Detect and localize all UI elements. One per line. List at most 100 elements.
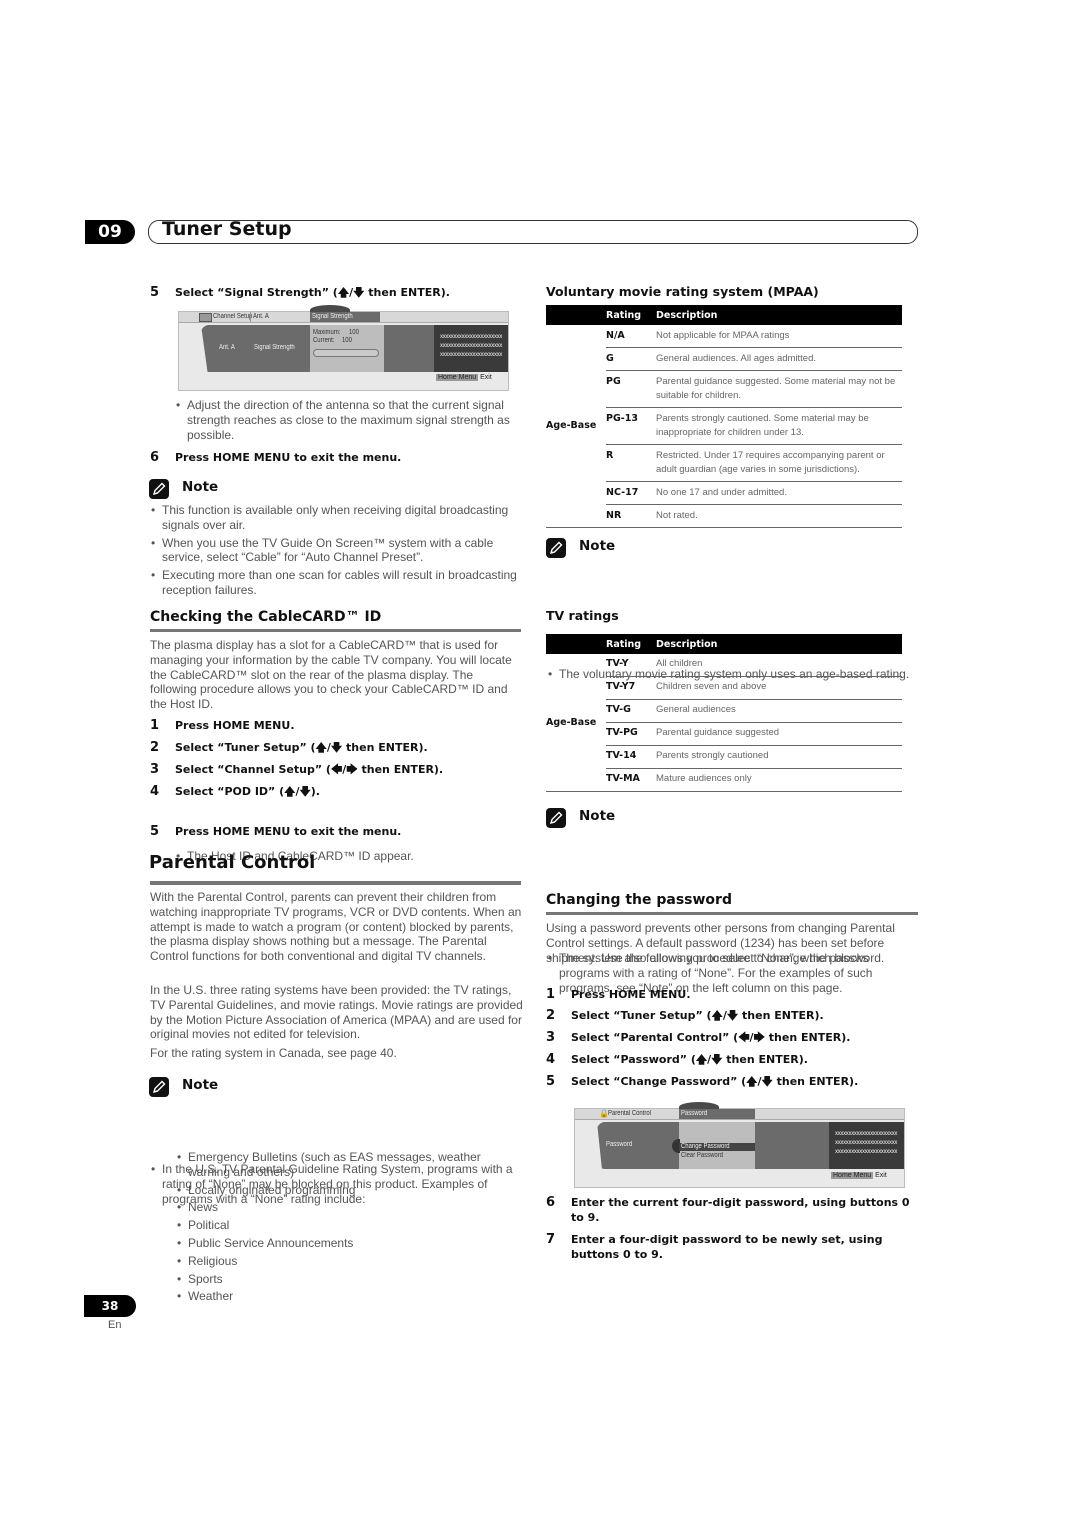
step-text: buttons 0 to 9.	[571, 1248, 663, 1261]
description-cell: Parental guidance suggested. Some materi…	[656, 370, 902, 408]
signal-strength-bar	[313, 349, 379, 357]
divider	[250, 312, 251, 322]
step-number: 1	[150, 718, 160, 733]
tab-password: Password	[679, 1109, 755, 1119]
table-header-row: Rating Description	[546, 305, 902, 325]
info-line: xxxxxxxxxxxxxxxxxxxxxxx	[440, 352, 503, 358]
signal-strength-screen: Channel Setup Ant. A Signal Strength Ant…	[178, 305, 509, 391]
home-menu-hint: Home Menu Exit	[831, 1172, 887, 1179]
step-5-bullet: Adjust the direction of the antenna so t…	[174, 398, 533, 442]
step-number: 6	[150, 450, 160, 465]
description-cell: General audiences	[656, 699, 902, 723]
chapter-title: Tuner Setup	[162, 218, 292, 240]
step-number: 5	[150, 824, 160, 839]
step-text: Enter a four-digit password to be newly …	[571, 1233, 883, 1246]
description-cell: No one 17 and under admitted.	[656, 481, 902, 505]
rating-cell: N/A	[606, 325, 656, 348]
note-label: Note	[579, 538, 616, 554]
description-cell: Restricted. Under 17 requires accompanyi…	[656, 444, 902, 482]
tv-rating-table: Rating Description Age-Base TV-Y All chi…	[546, 634, 902, 792]
note-item: When you use the TV Guide On Screen™ sys…	[149, 536, 521, 566]
tv-ratings-title: TV ratings	[546, 608, 619, 623]
password-step-4: 4 Select “Password” (🡅/🡇 then ENTER).	[546, 1052, 926, 1068]
tab-label: Password	[681, 1110, 708, 1117]
chapter-number-badge: 09	[85, 220, 135, 244]
description-cell: Not applicable for MPAA ratings	[656, 325, 902, 348]
note-heading: Note	[546, 808, 746, 830]
step-text: Enter the current four-digit password, u…	[571, 1196, 910, 1209]
step-number: 2	[150, 740, 160, 755]
option-change-password[interactable]: Change Password	[681, 1143, 730, 1150]
example-item: Locally originated programming	[175, 1183, 515, 1198]
rating-cell: NC-17	[606, 481, 656, 505]
step-text: Select “POD ID” (🡅/🡇).	[175, 785, 320, 798]
rating-cell: PG	[606, 370, 656, 408]
parental-para-1: With the Parental Control, parents can p…	[150, 890, 522, 964]
breadcrumb-ant-a: Ant. A	[253, 313, 269, 320]
cablecard-section-title: Checking the CableCARD™ ID	[150, 609, 382, 625]
note-heading: Note	[546, 538, 746, 560]
password-step-7: 7 Enter a four-digit password to be newl…	[546, 1232, 926, 1266]
description-column-header: Description	[656, 305, 902, 325]
tab-signal-strength: Signal Strength	[310, 312, 380, 322]
age-base-group-label: Age-Base	[546, 325, 606, 528]
maximum-value: 100	[349, 329, 359, 336]
description-cell: Parental guidance suggested	[656, 722, 902, 746]
step-number: 7	[546, 1232, 556, 1247]
pencil-icon	[546, 808, 566, 828]
password-intro: Using a password prevents other persons …	[546, 921, 895, 965]
note-label: Note	[579, 808, 616, 824]
page-number-badge: 38	[84, 1295, 136, 1317]
info-line: xxxxxxxxxxxxxxxxxxxxxxx	[835, 1140, 898, 1146]
rating-cell: R	[606, 444, 656, 482]
spacer-panel	[755, 1122, 829, 1169]
step-text: Select “Signal Strength” (🡅/🡇 then ENTER…	[175, 286, 450, 299]
changing-password-title: Changing the password	[546, 892, 732, 908]
section-rule	[546, 912, 918, 915]
rating-column-header: Rating	[606, 305, 656, 325]
example-item: Sports	[175, 1272, 515, 1287]
example-item: Public Service Announcements	[175, 1236, 515, 1251]
home-menu-key: Home Menu	[436, 374, 479, 381]
info-line: xxxxxxxxxxxxxxxxxxxxxxx	[835, 1149, 898, 1155]
step-number: 3	[150, 762, 160, 777]
parental-control-title: Parental Control	[149, 852, 316, 873]
example-item: Political	[175, 1218, 515, 1233]
example-item: News	[175, 1200, 515, 1215]
rating-cell: TV-Y7	[606, 676, 656, 700]
note-item: Executing more than one scan for cables …	[149, 568, 521, 598]
note-heading: Note	[149, 1077, 349, 1099]
rating-cell: TV-PG	[606, 722, 656, 746]
table-row: Age-Base N/A Not applicable for MPAA rat…	[546, 325, 902, 528]
rating-cell: TV-MA	[606, 768, 656, 792]
step-number: 2	[546, 1008, 556, 1023]
group-header	[546, 634, 606, 654]
none-rating-examples: Emergency Bulletins (such as EAS message…	[175, 1150, 515, 1307]
rating-cell: PG-13	[606, 407, 656, 445]
rating-column-header: Rating	[606, 634, 656, 654]
step-text: Press HOME MENU.	[571, 988, 691, 1001]
description-cell: Not rated.	[656, 504, 902, 528]
mpaa-rating-table: Rating Description Age-Base N/A Not appl…	[546, 305, 902, 528]
step-text: to 9.	[571, 1211, 600, 1224]
spacer-panel	[384, 325, 434, 372]
info-line: xxxxxxxxxxxxxxxxxxxxxxx	[835, 1131, 898, 1137]
maximum-label: Maximum:	[313, 329, 341, 336]
rating-cell: G	[606, 347, 656, 371]
note-label: Note	[182, 1077, 219, 1093]
parental-para-3: For the rating system in Canada, see pag…	[150, 1046, 397, 1060]
panel-label-signal: Signal Strength	[254, 344, 295, 351]
rating-cell: TV-Y	[606, 654, 656, 677]
step-text: Select “Parental Control” (🡄/🡆 then ENTE…	[571, 1031, 851, 1044]
home-menu-hint: Home Menu Exit	[436, 374, 492, 381]
pencil-icon	[546, 538, 566, 558]
page-language: En	[108, 1319, 122, 1331]
info-line: xxxxxxxxxxxxxxxxxxxxxxx	[440, 343, 503, 349]
parental-para-2: In the U.S. three rating systems have be…	[150, 983, 523, 1042]
option-clear-password[interactable]: Clear Password	[681, 1152, 723, 1159]
channel-setup-icon	[199, 313, 212, 322]
rating-cell: TV-14	[606, 745, 656, 769]
current-value: 100	[342, 337, 352, 344]
cablecard-step-4: 4 Select “POD ID” (🡅/🡇).	[150, 784, 530, 800]
description-cell: Children seven and above	[656, 676, 902, 700]
